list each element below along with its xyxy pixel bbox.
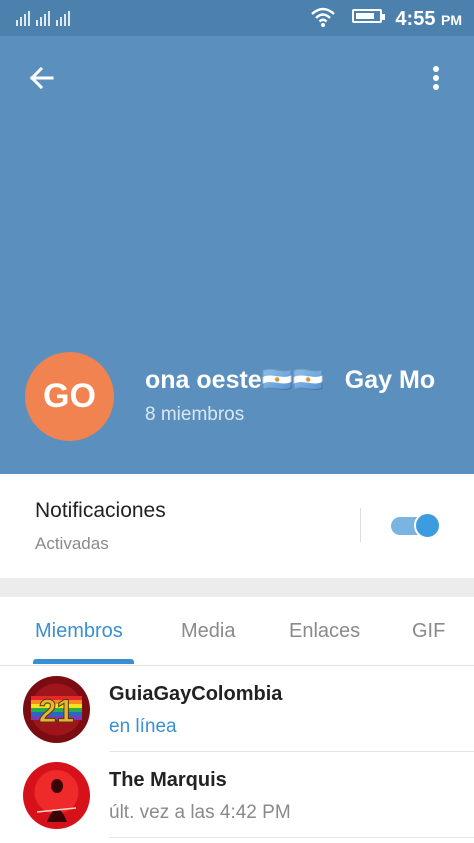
- member-status: últ. vez a las 4:42 PM: [109, 802, 291, 823]
- group-title-wrap: ona oeste🇦🇷🇦🇷 Gay Mo: [145, 366, 459, 400]
- divider: [109, 837, 474, 838]
- battery-icon: [352, 9, 385, 23]
- notifications-status: Activadas: [35, 534, 109, 553]
- more-options-button[interactable]: [416, 60, 456, 100]
- tab-enlaces[interactable]: Enlaces: [289, 620, 360, 643]
- list-item[interactable]: The Marquis últ. vez a las 4:42 PM: [0, 752, 474, 838]
- toggle-knob: [414, 512, 441, 539]
- member-status: en línea: [109, 716, 177, 737]
- notifications-row[interactable]: Notificaciones Activadas: [0, 474, 474, 578]
- group-title: ona oeste🇦🇷🇦🇷 Gay Mo: [145, 366, 436, 394]
- member-name: GuiaGayColombia: [109, 683, 283, 705]
- divider: [360, 508, 361, 542]
- signal-icon: [16, 10, 70, 26]
- media-tabs: Miembros Media Enlaces GIF: [0, 597, 474, 666]
- wifi-icon: [311, 7, 335, 27]
- tab-indicator: [33, 659, 134, 664]
- section-gap: [0, 578, 474, 597]
- status-bar: 4:55 PM: [0, 0, 474, 36]
- group-avatar[interactable]: GO: [25, 352, 114, 441]
- back-arrow-icon: [29, 66, 54, 90]
- group-header: GO ona oeste🇦🇷🇦🇷 Gay Mo 8 miembros: [0, 36, 474, 474]
- more-vertical-icon: [433, 66, 439, 90]
- member-name: The Marquis: [109, 769, 227, 791]
- anniversary-21-avatar: 21: [23, 676, 90, 743]
- back-button[interactable]: [22, 58, 62, 98]
- members-count: 8 miembros: [145, 404, 245, 425]
- tab-gif[interactable]: GIF: [412, 620, 445, 643]
- list-item[interactable]: 21 GuiaGayColombia en línea: [0, 666, 474, 752]
- svg-text:21: 21: [39, 693, 75, 729]
- notifications-title: Notificaciones: [35, 499, 166, 522]
- red-stage-avatar: [23, 762, 90, 829]
- tab-media[interactable]: Media: [181, 620, 235, 643]
- status-time: 4:55 PM: [395, 8, 462, 30]
- tab-miembros[interactable]: Miembros: [35, 620, 123, 643]
- notifications-toggle[interactable]: [391, 511, 443, 539]
